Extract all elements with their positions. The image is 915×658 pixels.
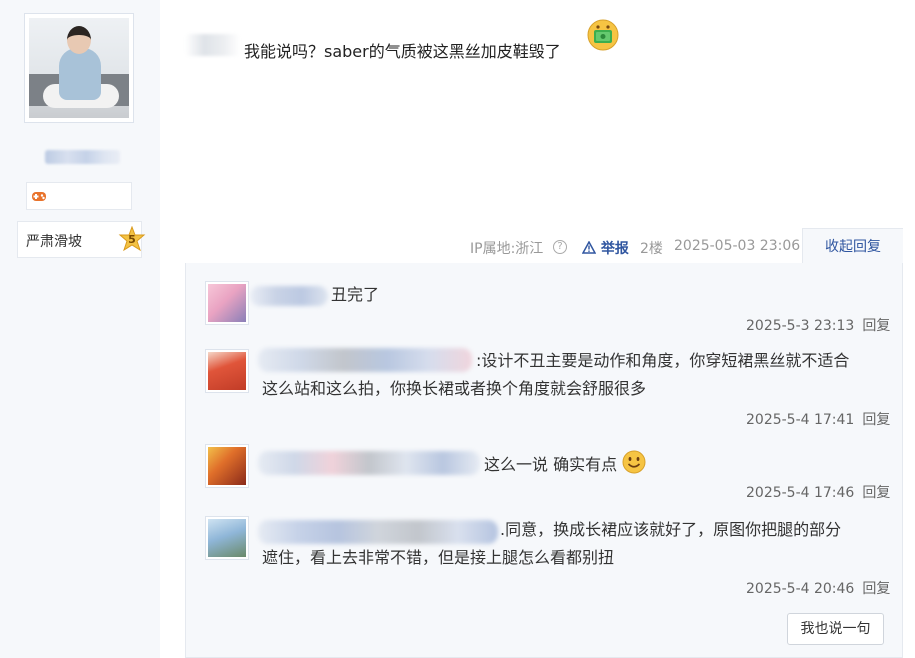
level-number: 5 [128, 233, 136, 246]
reply-text-line1: .同意，换成长裙应该就好了，原图你把腿的部分 [500, 520, 842, 539]
smile-emoji-icon [622, 450, 646, 474]
level-star-icon: 5 [118, 225, 146, 254]
user-avatar[interactable] [24, 13, 134, 123]
reply-button[interactable]: 回复 [862, 581, 890, 597]
avatar-photo [29, 18, 129, 118]
warning-icon [581, 240, 597, 254]
reply-time: 2025-5-4 17:41 [746, 412, 855, 428]
reply-button[interactable]: 回复 [862, 485, 890, 501]
mention-blurred [185, 34, 240, 56]
reply-avatar[interactable] [205, 281, 249, 325]
help-icon[interactable]: ? [553, 240, 567, 254]
reply-text: 这么一说 确实有点 [484, 450, 646, 478]
collapse-replies-button[interactable]: 收起回复 [802, 228, 903, 264]
reply-text-line2: 遮住，看上去非常不错，但是接上腿怎么看都别扭 [262, 548, 615, 567]
reply-avatar[interactable] [205, 349, 249, 393]
reply-time: 2025-5-3 23:13 [746, 318, 855, 334]
user-level-box[interactable]: 严肃滑坡 5 [17, 221, 146, 258]
post-content: 我能说吗？saber的气质被这黑丝加皮鞋毁了 [244, 42, 561, 61]
reply-meta: 2025-5-4 20:46 回复 [746, 578, 890, 598]
reply-avatar[interactable] [205, 444, 249, 488]
reply-username-blurred[interactable] [250, 286, 328, 306]
reply-text-body: 这么一说 确实有点 [484, 455, 618, 474]
report-link[interactable]: 举报 [581, 238, 629, 258]
user-column: 严肃滑坡 5 [0, 0, 160, 658]
reply-meta: 2025-5-3 23:13 回复 [746, 315, 890, 335]
reply-time: 2025-5-4 20:46 [746, 581, 855, 597]
user-badge-box[interactable] [26, 182, 132, 210]
reply-text: 丑完了 [331, 285, 380, 304]
money-face-emoji-icon [587, 19, 619, 51]
username-blurred[interactable] [45, 150, 120, 164]
reply-avatar[interactable] [205, 516, 249, 560]
reply-username-blurred[interactable] [258, 451, 480, 475]
add-reply-button[interactable]: 我也说一句 [787, 613, 884, 645]
reply-button[interactable]: 回复 [862, 318, 890, 334]
reply-text-line2: 这么站和这么拍，你换长裙或者换个角度就会舒服很多 [262, 379, 647, 398]
reply-text-line1: :设计不丑主要是动作和角度，你穿短裙黑丝就不适合 [476, 351, 850, 370]
reply-meta: 2025-5-4 17:41 回复 [746, 409, 890, 429]
reply-time: 2025-5-4 17:46 [746, 485, 855, 501]
reply-username-blurred[interactable] [258, 520, 498, 544]
level-title: 严肃滑坡 [26, 234, 82, 250]
post-time: 2025-05-03 23:06 [674, 238, 801, 254]
reply-meta: 2025-5-4 17:46 回复 [746, 482, 890, 502]
reply-button[interactable]: 回复 [862, 412, 890, 428]
ip-location: IP属地:浙江 [470, 241, 544, 257]
floor-number: 2楼 [640, 241, 663, 257]
report-label: 举报 [600, 241, 629, 257]
gamepad-icon [32, 192, 46, 201]
reply-username-blurred[interactable] [258, 348, 472, 372]
